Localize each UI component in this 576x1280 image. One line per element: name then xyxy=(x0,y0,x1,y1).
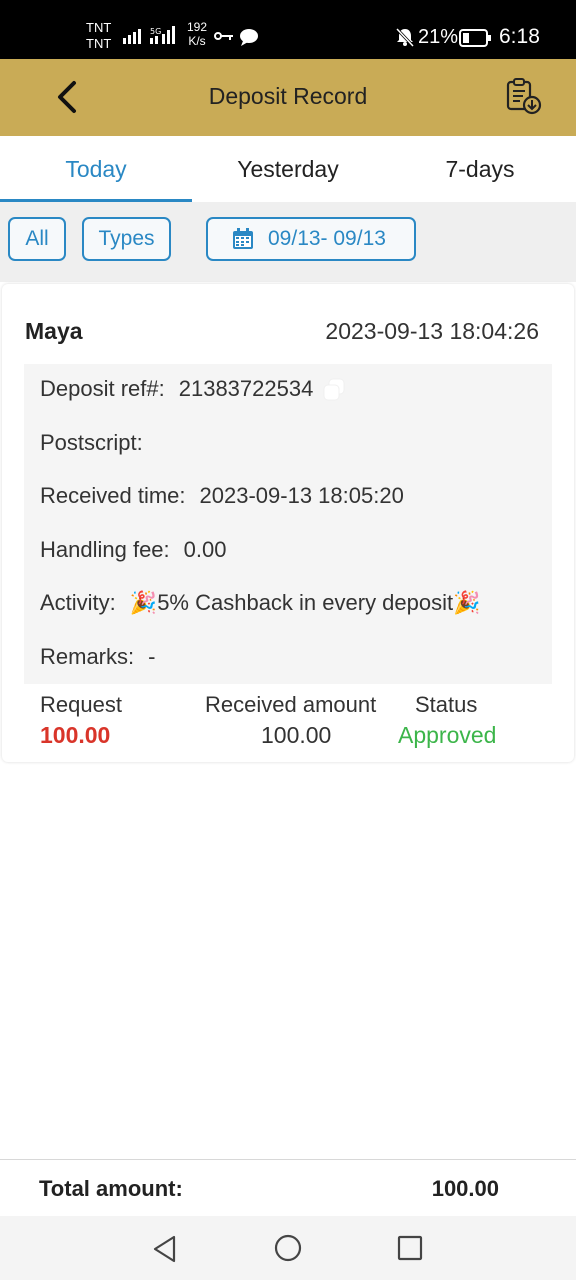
calendar-icon xyxy=(233,228,253,249)
postscript-label: Postscript: xyxy=(40,430,143,455)
system-nav-bar xyxy=(0,1216,576,1280)
key-icon xyxy=(214,32,233,40)
deposit-ref-label: Deposit ref#: xyxy=(40,376,165,401)
nav-back-icon[interactable] xyxy=(152,1235,178,1263)
copy-icon[interactable] xyxy=(321,377,347,403)
deposit-ref-value: 21383722534 xyxy=(178,376,314,401)
received-time-label: Received time: xyxy=(40,483,186,508)
net-speed-unit: K/s xyxy=(188,34,206,48)
clipboard-download-icon[interactable] xyxy=(504,77,542,115)
svg-text:5G: 5G xyxy=(150,27,161,36)
tab-7-days[interactable]: 7-days xyxy=(384,136,576,202)
activity-value: 🎉5% Cashback in every deposit🎉 xyxy=(129,590,481,615)
carrier-2: TNT xyxy=(86,36,112,51)
deposit-ref-row: Deposit ref#: 21383722534 xyxy=(40,376,347,403)
chat-icon xyxy=(240,29,258,46)
app-header: Deposit Record xyxy=(0,59,576,136)
status-bar: TNT TNT 5G 192 K/s 21% 6:18 xyxy=(0,0,576,59)
net-speed-value: 192 xyxy=(187,20,208,34)
tab-yesterday[interactable]: Yesterday xyxy=(192,136,384,202)
carrier-1: TNT xyxy=(86,20,112,35)
filter-types-button[interactable]: Types xyxy=(82,217,171,261)
received-amount-label: Received amount xyxy=(205,692,377,717)
page-title: Deposit Record xyxy=(208,83,368,109)
total-footer: Total amount: 100.00 xyxy=(0,1160,576,1216)
deposit-record-card[interactable]: Maya 2023-09-13 18:04:26 Deposit ref#: 21… xyxy=(2,284,574,762)
handling-fee-label: Handling fee: xyxy=(40,537,170,562)
total-amount-value: 100.00 xyxy=(431,1176,499,1201)
tab-today[interactable]: Today xyxy=(0,136,192,202)
request-amount: 100.00 xyxy=(40,722,111,748)
filter-all-button[interactable]: All xyxy=(8,217,66,261)
total-amount-label: Total amount: xyxy=(39,1176,183,1201)
clock: 6:18 xyxy=(499,25,540,48)
payment-method: Maya xyxy=(25,318,83,344)
filter-bar: All Types 09/13- 09/13 xyxy=(0,202,576,282)
activity-row: Activity: 🎉5% Cashback in every deposit🎉 xyxy=(40,590,481,616)
battery-percent: 21% xyxy=(418,26,459,48)
received-time-row: Received time: 2023-09-13 18:05:20 xyxy=(40,483,404,509)
signal-icon xyxy=(123,29,141,44)
status-label: Status xyxy=(415,692,478,717)
activity-label: Activity: xyxy=(40,590,116,615)
carrier-labels: TNT TNT xyxy=(86,20,111,52)
status-badge: Approved xyxy=(398,722,497,748)
date-range-text: 09/13- 09/13 xyxy=(268,227,386,250)
handling-fee-value: 0.00 xyxy=(183,537,227,562)
nav-home-icon[interactable] xyxy=(274,1234,302,1262)
battery-icon xyxy=(459,29,491,47)
received-time-value: 2023-09-13 18:05:20 xyxy=(199,483,404,508)
remarks-label: Remarks: xyxy=(40,644,135,669)
date-tabs: Today Yesterday 7-days xyxy=(0,136,576,202)
handling-fee-row: Handling fee: 0.00 xyxy=(40,537,226,563)
record-details: Deposit ref#: 21383722534 Postscript: Rec… xyxy=(24,364,552,684)
bell-muted-icon xyxy=(395,27,415,47)
record-datetime: 2023-09-13 18:04:26 xyxy=(325,318,539,344)
date-range-button[interactable]: 09/13- 09/13 xyxy=(206,217,416,261)
remarks-row: Remarks: - xyxy=(40,644,155,670)
signal-5g-icon: 5G xyxy=(150,26,175,44)
net-speed: 192 K/s xyxy=(187,20,207,48)
remarks-value: - xyxy=(148,644,156,669)
postscript-row: Postscript: xyxy=(40,430,157,456)
received-amount: 100.00 xyxy=(261,722,332,748)
nav-recents-icon[interactable] xyxy=(397,1235,423,1261)
request-label: Request xyxy=(40,692,122,717)
